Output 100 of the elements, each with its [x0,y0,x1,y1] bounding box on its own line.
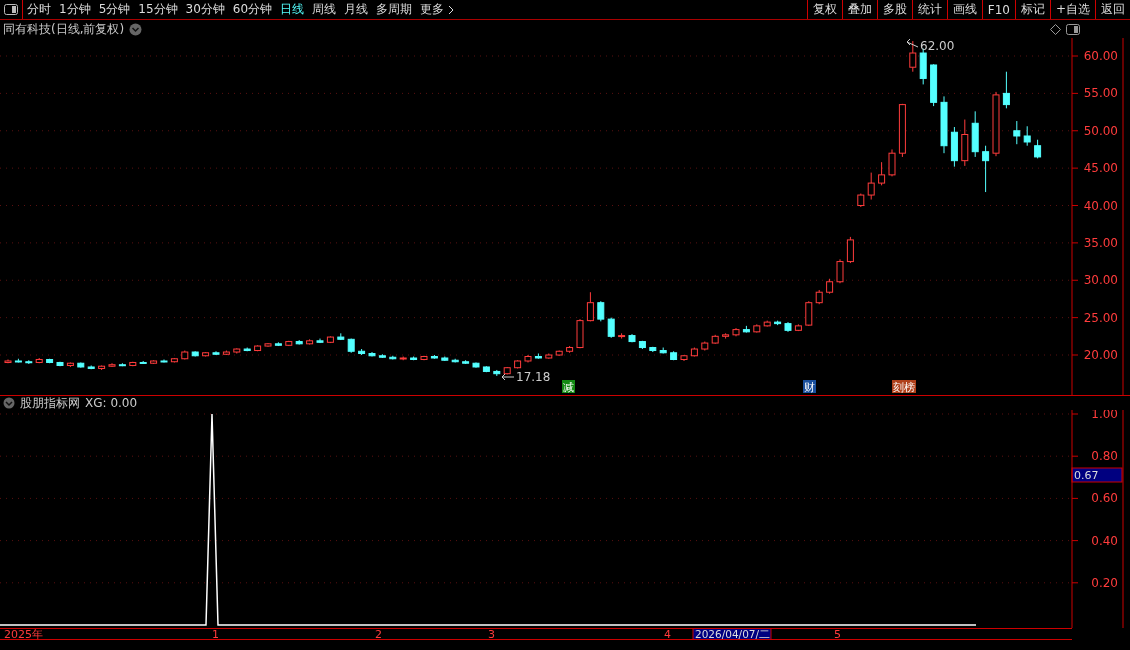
candle [243,347,251,352]
candle [826,278,834,295]
price-tick-label: 60.00 [1083,49,1118,63]
toolbar-button[interactable]: +自选 [1049,0,1095,19]
candle [358,348,366,356]
cursor-date-label: 2026/04/07/二 [692,628,772,640]
candle [524,354,532,363]
more-menu[interactable]: 更多 [416,0,459,19]
candle [274,341,282,347]
candle [98,364,106,371]
candle [555,350,563,357]
candle [690,347,698,357]
period-tab[interactable]: 5分钟 [94,0,135,19]
event-marker[interactable]: 财 [803,380,816,394]
candle [701,341,709,351]
time-axis-label: 5 [834,628,841,640]
candle [659,347,667,354]
toolbar-button[interactable]: 标记 [1014,0,1050,19]
candle [763,320,771,328]
candle [857,193,865,208]
candle [888,148,896,177]
period-tab[interactable]: 30分钟 [181,0,229,19]
high-marker-arrow [906,38,919,48]
candle [35,357,43,364]
dropdown-icon[interactable] [129,22,143,36]
candle [961,119,969,167]
candle [347,338,355,354]
candle [774,320,782,326]
panel-icon[interactable] [1066,23,1080,35]
candle [971,110,979,158]
candle [118,362,126,367]
candle [898,103,906,158]
period-tab[interactable]: 日线 [276,0,309,19]
toolbar-button[interactable]: 画线 [946,0,982,19]
candle [368,351,376,357]
price-tick-label: 45.00 [1083,161,1118,176]
candle [940,95,948,154]
candle [472,362,480,369]
toolbar-button[interactable]: 多股 [876,0,912,19]
chart-title: 同有科技(日线,前复权) [3,20,125,38]
candle [1002,71,1010,109]
candle [586,291,594,322]
candle [930,63,938,107]
period-tab[interactable]: 周线 [308,0,341,19]
diamond-icon[interactable] [1050,23,1061,35]
candle [836,258,844,284]
candle [389,355,397,360]
candle [181,350,189,360]
candle [66,362,74,368]
low-price-label: 17.18 [516,370,551,384]
toolbar-button[interactable]: 统计 [911,0,947,19]
candle [337,332,345,341]
candle [420,355,428,361]
candle [545,353,553,360]
period-tab[interactable]: 60分钟 [228,0,277,19]
toolbar-button[interactable]: 返回 [1095,0,1130,19]
price-tick-label: 30.00 [1083,273,1118,288]
candle [441,356,449,362]
price-tick-label: 40.00 [1083,198,1118,213]
toolbar-button[interactable]: F10 [981,0,1015,19]
period-tab[interactable]: 月线 [340,0,373,19]
period-tab[interactable]: 1分钟 [55,0,95,19]
candle [170,357,178,363]
candle [451,358,459,363]
candle [285,340,293,347]
time-axis-label: 2 [375,628,382,640]
candle [233,347,241,354]
event-marker[interactable]: 减 [562,380,575,394]
candle [909,40,917,73]
candle [430,354,438,360]
candle [399,356,407,361]
price-tick-label: 55.00 [1083,86,1118,101]
low-marker-arrow [501,373,515,381]
candle [326,335,334,344]
candle [576,318,584,349]
candle [306,338,314,346]
price-tick-label: 25.00 [1083,310,1118,325]
event-marker[interactable]: 刻榜 [892,380,916,394]
candle [1034,139,1042,159]
period-tab[interactable]: 多周期 [372,0,417,19]
candle [867,172,875,201]
candle [742,325,750,334]
candle [992,91,1000,157]
price-tick-label: 50.00 [1083,123,1118,138]
candle [77,362,85,369]
period-tab[interactable]: 15分钟 [134,0,182,19]
period-tab[interactable]: 分时 [23,0,55,19]
dropdown-icon[interactable] [3,397,15,409]
chevron-icon [448,4,455,15]
candle [618,332,626,340]
toolbar-button[interactable]: 复权 [806,0,842,19]
toolbar-button[interactable]: 叠加 [841,0,877,19]
candle [254,344,262,352]
time-axis-label: 3 [488,628,495,640]
indicator-tick-label: 0.60 [1091,491,1118,506]
candle [191,350,199,357]
indicator-reading: XG: 0.00 [85,396,138,410]
candle [150,359,158,365]
candle [805,300,813,327]
candle [846,236,854,264]
